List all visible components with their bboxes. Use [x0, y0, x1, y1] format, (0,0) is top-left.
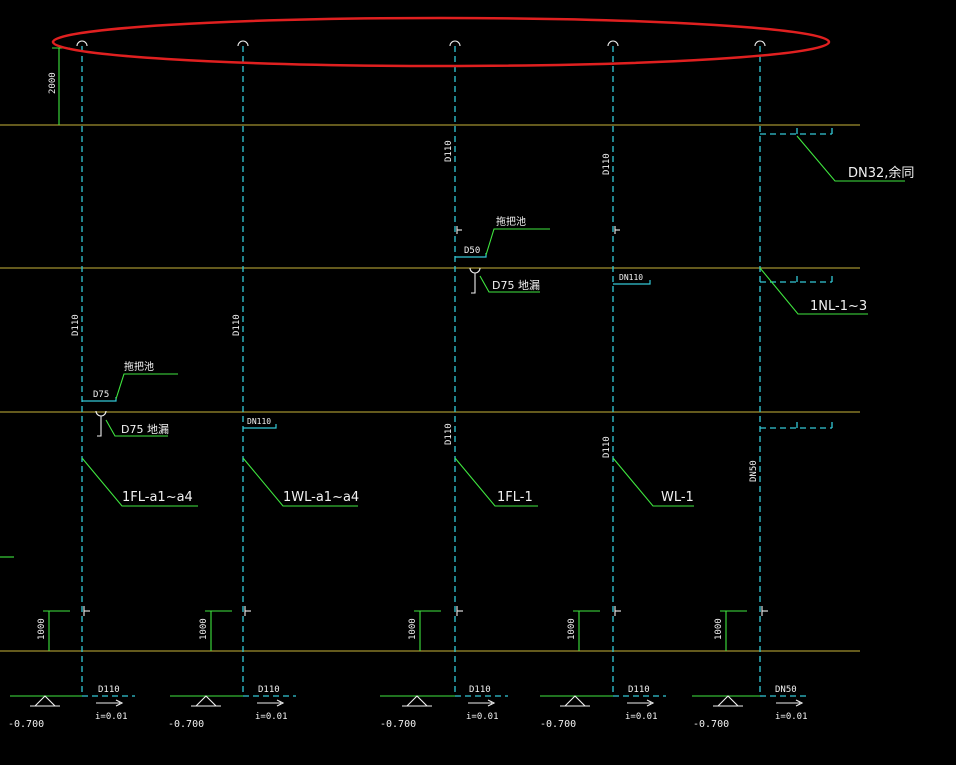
pipe-size-label: DN50 [749, 460, 759, 482]
elevation-label: -0.700 [168, 719, 204, 730]
pipe-size-label: D110 [232, 314, 242, 336]
pipe-size-label: D110 [444, 140, 454, 162]
fixture-note: 拖把池 [124, 360, 154, 373]
pipe-size-label: D110 [71, 314, 81, 336]
dim-2000: 2000 [48, 72, 58, 94]
slope-arrow-icon [627, 699, 655, 707]
drain-note: D75 地漏 [492, 279, 540, 292]
branch-size-label: DN110 [247, 417, 271, 426]
fixture-note: 拖把池 [496, 215, 526, 228]
stack-label: 1FL-1 [497, 490, 533, 505]
outlet-size-label: D110 [628, 685, 650, 695]
slope-arrow-icon [776, 699, 804, 707]
ground-symbol-icon [194, 695, 218, 707]
dim-1000: 1000 [567, 618, 577, 640]
floor-drain-icon [469, 267, 481, 294]
outlet-size-label: D110 [469, 685, 491, 695]
stack-label: 1NL-1~3 [810, 299, 867, 314]
drain-note: D75 地漏 [121, 423, 169, 436]
slope-label: i=0.01 [625, 712, 658, 722]
floor-drain-icon [95, 410, 107, 437]
elevation-label: -0.700 [380, 719, 416, 730]
slope-label: i=0.01 [775, 712, 808, 722]
dim-1000: 1000 [199, 618, 209, 640]
vent-cap-icon [607, 40, 619, 47]
slope-label: i=0.01 [466, 712, 499, 722]
dim-1000: 1000 [714, 618, 724, 640]
floor-lines [0, 124, 860, 652]
branch-size-label: D50 [464, 246, 480, 256]
outlet-size-label: DN50 [775, 685, 797, 695]
ground-symbol-icon [716, 695, 740, 707]
top-note: DN32,余同 [848, 165, 914, 181]
outlet-size-label: D110 [258, 685, 280, 695]
ground-symbol-icon [405, 695, 429, 707]
pipe-size-label: D110 [444, 423, 454, 445]
stack-1FL-1[interactable]: D110 D50 拖把池 D75 地漏 D110 1FL-1 1000 D110… [380, 40, 550, 730]
stack-label: WL-1 [661, 490, 694, 505]
stack-1WL-a1-a4[interactable]: D110 DN110 1WL-a1~a4 1000 D110 i=0.01 -0… [168, 40, 359, 730]
outlet-size-label: D110 [98, 685, 120, 695]
pipe-size-label: D110 [602, 436, 612, 458]
stack-1NL-1-3[interactable]: DN32,余同 1NL-1~3 DN50 1000 DN50 i=0.01 -0… [692, 40, 914, 730]
plumbing-system-diagram: 2000 D110 D75 拖把池 D75 地漏 1FL-a1~a4 1000 … [0, 16, 914, 730]
stack-WL-1[interactable]: D110 DN110 D110 WL-1 1000 D110 i=0.01 -0… [540, 40, 694, 730]
vent-cap-icon [754, 40, 766, 47]
ground-symbol-icon [563, 695, 587, 707]
elevation-label: -0.700 [693, 719, 729, 730]
slope-label: i=0.01 [95, 712, 128, 722]
slope-arrow-icon [257, 699, 285, 707]
stack-1FL-a1-a4[interactable]: D110 D75 拖把池 D75 地漏 1FL-a1~a4 1000 D110 … [8, 40, 198, 730]
vent-cap-icon [237, 40, 249, 47]
slope-arrow-icon [468, 699, 496, 707]
slope-label: i=0.01 [255, 712, 288, 722]
ground-symbol-icon [33, 695, 57, 707]
vent-cap-icon [76, 40, 88, 47]
elevation-label: -0.700 [540, 719, 576, 730]
elevation-label: -0.700 [8, 719, 44, 730]
vent-cap-icon [449, 40, 461, 47]
stack-label: 1FL-a1~a4 [122, 490, 193, 505]
dim-1000: 1000 [37, 618, 47, 640]
branch-size-label: DN110 [619, 273, 643, 282]
branch-size-label: D75 [93, 390, 109, 400]
slope-arrow-icon [96, 699, 124, 707]
highlight-ellipse [51, 16, 831, 68]
stack-label: 1WL-a1~a4 [283, 490, 359, 505]
top-dimension: 2000 [48, 47, 70, 125]
dim-1000: 1000 [408, 618, 418, 640]
pipe-size-label: D110 [602, 153, 612, 175]
